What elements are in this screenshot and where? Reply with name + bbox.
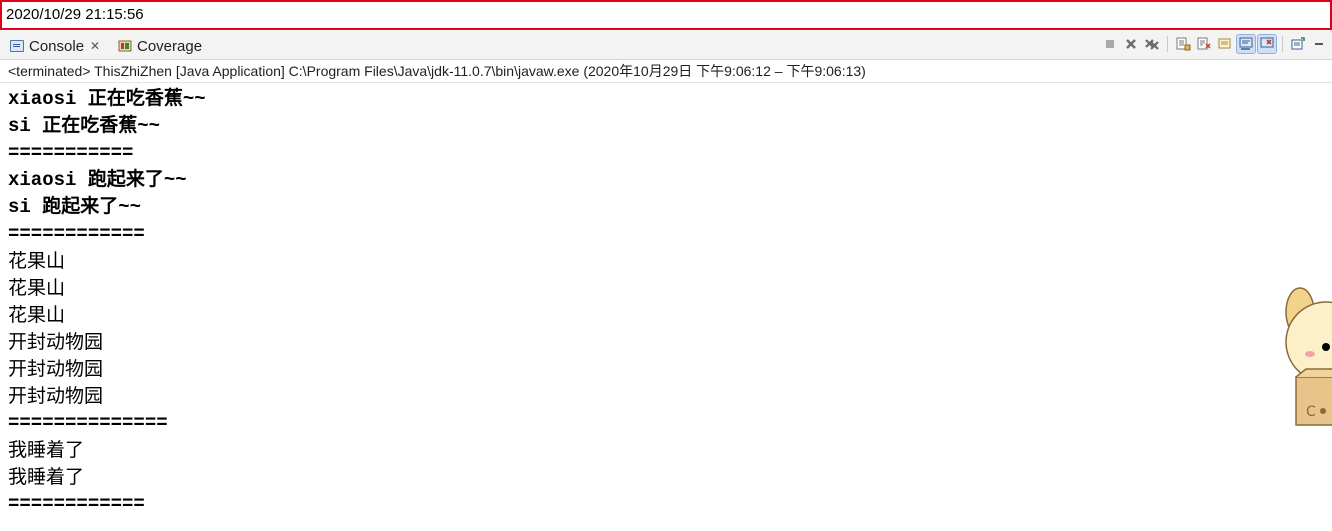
timestamp-bar: 2020/10/29 21:15:56 (0, 0, 1332, 30)
open-console-button[interactable] (1289, 35, 1307, 53)
toolbar-separator (1282, 36, 1283, 52)
console-output-line: 开封动物园 (8, 331, 104, 353)
console-output-line: xiaosi 跑起来了~~ (8, 169, 187, 191)
word-wrap-icon (1197, 37, 1211, 50)
display-console-button[interactable] (1257, 34, 1277, 54)
screen: 2020/10/29 21:15:56 Console ✕ Coverage <… (0, 0, 1332, 531)
console-output-line: 花果山 (8, 304, 66, 326)
console-output-line: 我睡着了 (8, 466, 85, 488)
close-icon[interactable]: ✕ (90, 39, 100, 53)
pin-console-icon (1239, 37, 1253, 50)
open-console-icon (1291, 37, 1305, 50)
launch-status-line: <terminated> ThisZhiZhen [Java Applicati… (8, 63, 866, 79)
console-toolbar (1101, 34, 1328, 54)
tab-console[interactable]: Console ✕ (10, 35, 100, 57)
console-output-line: 开封动物园 (8, 358, 104, 380)
console-output-line: si 跑起来了~~ (8, 196, 142, 218)
console-icon (10, 40, 24, 52)
word-wrap-button[interactable] (1195, 35, 1213, 53)
tab-console-label: Console (29, 37, 85, 55)
minimize-icon (1315, 43, 1323, 45)
show-stdout-icon (1218, 38, 1231, 49)
console-output-line: ============ (8, 493, 145, 515)
terminate-icon (1106, 40, 1114, 48)
svg-text:C: C (1306, 404, 1316, 420)
show-stdout-button[interactable] (1216, 35, 1234, 53)
console-output-line: 花果山 (8, 250, 66, 272)
console-output-line: si 正在吃香蕉~~ (8, 115, 161, 137)
minimize-button[interactable] (1310, 35, 1328, 53)
console-output-line: xiaosi 正在吃香蕉~~ (8, 88, 206, 110)
tab-coverage[interactable]: Coverage (118, 35, 202, 57)
remove-launch-button[interactable] (1122, 35, 1140, 53)
remove-launch-icon (1126, 39, 1136, 49)
toolbar-separator (1167, 36, 1168, 52)
display-console-icon (1260, 37, 1274, 48)
remove-all-button[interactable] (1143, 35, 1161, 53)
console-output-line: 开封动物园 (8, 385, 104, 407)
console-divider (0, 82, 1332, 83)
mascot-sticker: C (1278, 272, 1332, 432)
scroll-lock-button[interactable] (1174, 35, 1192, 53)
console-output-line: 我睡着了 (8, 439, 85, 461)
tab-coverage-label: Coverage (137, 37, 203, 55)
timestamp-text: 2020/10/29 21:15:56 (6, 6, 144, 23)
remove-all-icon (1145, 39, 1159, 50)
console-output-line: ============== (8, 412, 168, 434)
console-output-line: =========== (8, 142, 134, 164)
console-output-line: ============ (8, 223, 145, 245)
pin-console-button[interactable] (1236, 34, 1256, 54)
scroll-lock-icon (1176, 37, 1191, 51)
console-output[interactable]: xiaosi 正在吃香蕉~~ si 正在吃香蕉~~ =========== xiaos… (8, 86, 1268, 518)
console-output-line: 花果山 (8, 277, 66, 299)
coverage-icon (118, 39, 132, 53)
terminate-button[interactable] (1101, 35, 1119, 53)
